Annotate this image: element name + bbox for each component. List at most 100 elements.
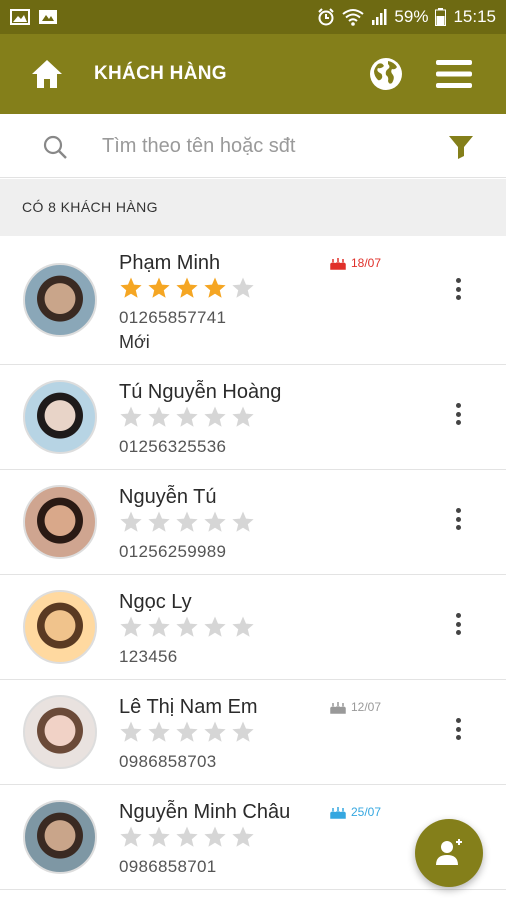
status-left [10, 9, 58, 25]
avatar[interactable] [23, 695, 97, 769]
birthday-badge: 18/07 [330, 256, 381, 270]
phone-number: 0986858701 [119, 857, 217, 876]
birthday-date: 12/07 [351, 700, 382, 714]
customer-name: Lê Thị Nam Em [119, 696, 258, 718]
phone-number: 01265857741 [119, 308, 227, 327]
gallery-icon [39, 10, 57, 24]
wifi-icon [342, 9, 365, 26]
more-options-button[interactable] [448, 716, 468, 742]
customer-note: Mới [119, 332, 150, 352]
star-icon[interactable] [119, 276, 143, 300]
dot-icon [455, 286, 461, 292]
dot-icon [455, 726, 461, 732]
dot-icon [455, 278, 461, 283]
globe-icon[interactable] [368, 56, 404, 92]
star-icon[interactable] [203, 276, 227, 300]
rating[interactable] [119, 510, 255, 534]
phone-number: 0986858703 [119, 752, 217, 771]
more-options-button[interactable] [448, 611, 468, 637]
star-icon[interactable] [119, 720, 143, 744]
star-icon[interactable] [175, 615, 199, 639]
star-icon[interactable] [231, 510, 255, 534]
dot-icon [455, 613, 461, 618]
avatar[interactable] [23, 380, 97, 454]
rating[interactable] [119, 615, 255, 639]
star-icon[interactable] [203, 615, 227, 639]
list-item[interactable]: Nguyễn Tú 01256259989 [0, 470, 506, 575]
customer-name: Nguyễn Tú [119, 486, 217, 508]
star-icon[interactable] [147, 405, 171, 429]
filter-icon[interactable] [448, 134, 474, 160]
customer-count: CÓ 8 KHÁCH HÀNG [0, 179, 506, 236]
star-icon[interactable] [203, 720, 227, 744]
dot-icon [455, 735, 461, 740]
more-options-button[interactable] [448, 506, 468, 532]
more-options-button[interactable] [448, 401, 468, 427]
star-icon[interactable] [119, 615, 143, 639]
dot-icon [455, 621, 461, 627]
star-icon[interactable] [231, 276, 255, 300]
more-options-button[interactable] [448, 276, 468, 302]
birthday-badge: 12/07 [330, 700, 381, 714]
birthday-badge: 25/07 [330, 805, 381, 819]
battery-icon [435, 8, 447, 26]
avatar[interactable] [23, 263, 97, 337]
clock: 15:15 [453, 7, 496, 26]
star-icon[interactable] [147, 510, 171, 534]
dot-icon [455, 295, 461, 300]
dot-icon [455, 403, 461, 408]
star-icon[interactable] [175, 720, 199, 744]
star-icon[interactable] [119, 510, 143, 534]
star-icon[interactable] [147, 825, 171, 849]
search-bar [0, 114, 506, 178]
avatar[interactable] [23, 800, 97, 874]
app-bar: KHÁCH HÀNG [0, 34, 506, 114]
star-icon[interactable] [147, 276, 171, 300]
customer-name: Nguyễn Minh Châu [119, 801, 291, 823]
dot-icon [455, 525, 461, 530]
phone-number: 01256325536 [119, 437, 227, 456]
battery-percent: 59% [394, 7, 429, 26]
dot-icon [455, 630, 461, 635]
menu-icon[interactable] [436, 60, 472, 88]
star-icon[interactable] [231, 825, 255, 849]
customer-name: Tú Nguyễn Hoàng [119, 381, 282, 403]
star-icon[interactable] [231, 405, 255, 429]
dot-icon [455, 411, 461, 417]
star-icon[interactable] [119, 405, 143, 429]
star-icon[interactable] [119, 825, 143, 849]
list-item[interactable]: Tú Nguyễn Hoàng 01256325536 [0, 365, 506, 470]
search-input[interactable] [102, 128, 402, 164]
phone-number: 123456 [119, 647, 178, 666]
customer-name: Phạm Minh [119, 252, 221, 274]
star-icon[interactable] [231, 615, 255, 639]
star-icon[interactable] [203, 405, 227, 429]
list-item[interactable]: Phạm Minh 01265857741 Mới 18/07 [0, 236, 506, 365]
page-title: KHÁCH HÀNG [94, 63, 227, 84]
star-icon[interactable] [147, 615, 171, 639]
list-item[interactable]: Lê Thị Nam Em 0986858703 12/07 [0, 680, 506, 785]
status-right: 59% 15:15 [317, 7, 496, 27]
star-icon[interactable] [231, 720, 255, 744]
home-icon[interactable] [30, 58, 64, 90]
avatar[interactable] [23, 485, 97, 559]
rating[interactable] [119, 276, 255, 300]
avatar[interactable] [23, 590, 97, 664]
star-icon[interactable] [175, 405, 199, 429]
customer-name: Ngọc Ly [119, 591, 192, 613]
star-icon[interactable] [175, 276, 199, 300]
add-user-icon [436, 839, 462, 865]
cake-icon [330, 702, 346, 714]
dot-icon [455, 420, 461, 425]
star-icon[interactable] [203, 825, 227, 849]
rating[interactable] [119, 720, 255, 744]
add-customer-button[interactable] [415, 819, 483, 887]
rating[interactable] [119, 825, 255, 849]
list-item[interactable]: Ngọc Ly 123456 [0, 575, 506, 680]
star-icon[interactable] [175, 510, 199, 534]
star-icon[interactable] [147, 720, 171, 744]
star-icon[interactable] [175, 825, 199, 849]
star-icon[interactable] [203, 510, 227, 534]
rating[interactable] [119, 405, 255, 429]
dot-icon [455, 516, 461, 522]
